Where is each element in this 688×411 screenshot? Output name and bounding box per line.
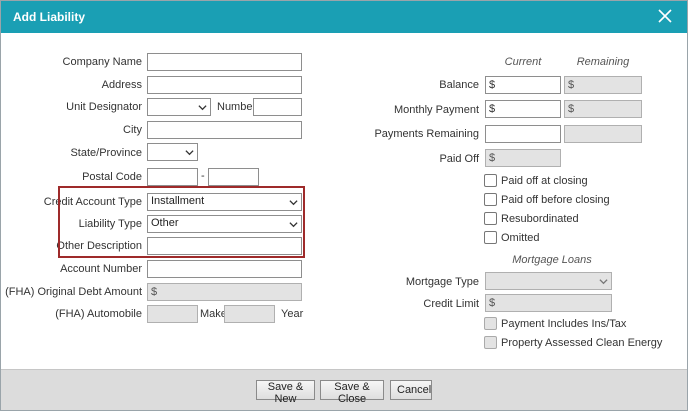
payments-remaining-label: Payments Remaining xyxy=(374,128,479,140)
current-column-header: Current xyxy=(504,56,542,68)
other-description-input[interactable] xyxy=(147,237,302,255)
close-icon[interactable] xyxy=(657,8,673,24)
state-label: State/Province xyxy=(70,147,142,159)
omitted-checkbox[interactable] xyxy=(484,231,497,244)
monthly-payment-current-input[interactable] xyxy=(485,100,561,118)
paid-at-closing-label: Paid off at closing xyxy=(501,175,588,187)
paid-before-closing-checkbox[interactable] xyxy=(484,193,497,206)
paid-at-closing-checkbox[interactable] xyxy=(484,174,497,187)
payments-remaining-remaining-input[interactable] xyxy=(564,125,642,143)
chevron-down-icon xyxy=(289,200,298,206)
address-input[interactable] xyxy=(147,76,302,94)
postal-code-ext-input[interactable] xyxy=(208,168,259,186)
balance-remaining-input[interactable] xyxy=(564,76,642,94)
other-description-label: Other Description xyxy=(56,240,142,252)
city-label: City xyxy=(123,124,142,136)
save-close-button[interactable]: Save & Close xyxy=(320,380,384,405)
omitted-label: Omitted xyxy=(501,232,540,244)
credit-limit-label: Credit Limit xyxy=(423,298,479,310)
paid-off-input[interactable] xyxy=(485,149,561,167)
dialog-titlebar: Add Liability xyxy=(1,1,687,33)
number-label: Number xyxy=(217,101,257,113)
balance-label: Balance xyxy=(439,79,479,91)
chevron-down-icon xyxy=(599,279,608,285)
chevron-down-icon xyxy=(198,105,207,111)
payment-includes-checkbox[interactable] xyxy=(484,317,497,330)
mortgage-loans-header: Mortgage Loans xyxy=(512,254,592,266)
automobile-label: (FHA) Automobile xyxy=(55,308,142,320)
original-debt-input[interactable] xyxy=(147,283,302,301)
chevron-down-icon xyxy=(185,150,194,156)
credit-account-type-value: Installment xyxy=(151,195,205,207)
state-select[interactable] xyxy=(147,143,198,161)
city-input[interactable] xyxy=(147,121,302,139)
dialog-footer: Save & New Save & Close Cancel xyxy=(1,369,687,410)
number-input[interactable] xyxy=(253,98,302,116)
balance-current-input[interactable] xyxy=(485,76,561,94)
liability-type-value: Other xyxy=(151,217,179,229)
add-liability-dialog: Add Liability Company Name Address Unit … xyxy=(0,0,688,411)
liability-type-select[interactable]: Other xyxy=(147,215,302,233)
company-name-input[interactable] xyxy=(147,53,302,71)
unit-designator-select[interactable] xyxy=(147,98,211,116)
postal-code-dash: - xyxy=(201,170,205,182)
account-number-input[interactable] xyxy=(147,260,302,278)
original-debt-label: (FHA) Original Debt Amount xyxy=(5,286,142,298)
address-label: Address xyxy=(101,79,142,91)
chevron-down-icon xyxy=(289,222,298,228)
mortgage-type-label: Mortgage Type xyxy=(405,276,479,288)
credit-account-type-select[interactable]: Installment xyxy=(147,193,302,211)
postal-code-input[interactable] xyxy=(147,168,198,186)
monthly-payment-remaining-input[interactable] xyxy=(564,100,642,118)
credit-account-type-label: Credit Account Type xyxy=(43,196,142,208)
pace-checkbox[interactable] xyxy=(484,336,497,349)
paid-before-closing-label: Paid off before closing xyxy=(501,194,610,206)
account-number-label: Account Number xyxy=(60,263,142,275)
year-label: Year xyxy=(281,308,304,320)
automobile-input[interactable] xyxy=(147,305,198,323)
unit-designator-label: Unit Designator xyxy=(66,101,142,113)
resubordinated-checkbox[interactable] xyxy=(484,212,497,225)
resubordinated-label: Resubordinated xyxy=(501,213,579,225)
paid-off-label: Paid Off xyxy=(439,153,479,165)
cancel-button[interactable]: Cancel xyxy=(390,380,432,400)
dialog-title: Add Liability xyxy=(13,10,85,24)
remaining-column-header: Remaining xyxy=(576,56,630,68)
postal-code-label: Postal Code xyxy=(82,171,142,183)
mortgage-type-select[interactable] xyxy=(485,272,612,290)
save-new-button[interactable]: Save & New xyxy=(256,380,315,405)
liability-type-label: Liability Type xyxy=(78,218,142,230)
credit-limit-input[interactable] xyxy=(485,294,612,312)
payments-remaining-current-input[interactable] xyxy=(485,125,561,143)
company-name-label: Company Name xyxy=(62,56,142,68)
make-input[interactable] xyxy=(224,305,275,323)
payment-includes-label: Payment Includes Ins/Tax xyxy=(501,318,627,330)
make-label: Make xyxy=(200,308,227,320)
pace-label: Property Assessed Clean Energy xyxy=(501,337,663,349)
monthly-payment-label: Monthly Payment xyxy=(394,104,479,116)
